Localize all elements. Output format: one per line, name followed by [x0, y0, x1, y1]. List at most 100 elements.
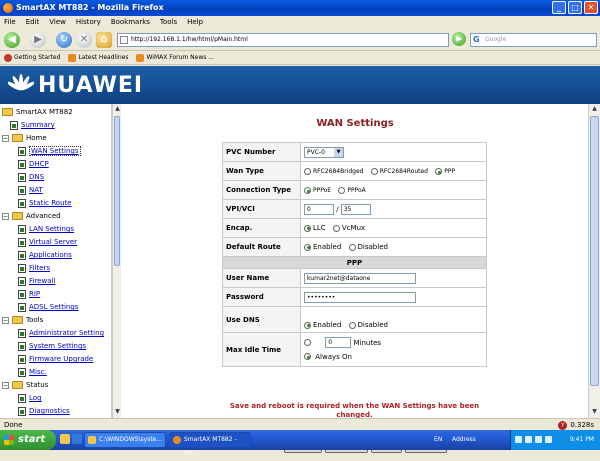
default-route-option-disabled[interactable]: Disabled	[348, 243, 388, 251]
radio-button-selected[interactable]	[304, 243, 311, 251]
tree-item-dns[interactable]: DNS	[18, 171, 44, 183]
radio-button-selected[interactable]	[304, 187, 311, 194]
tree-item-log[interactable]: Log	[18, 392, 42, 404]
pvc-number-select[interactable]: PVC-0 ▼	[304, 146, 344, 158]
menu-edit[interactable]: Edit	[26, 16, 40, 29]
radio-button[interactable]	[348, 243, 356, 251]
reload-icon[interactable]: ↻	[56, 32, 72, 48]
tree-item-dhcp[interactable]: DHCP	[18, 158, 49, 170]
menu-help[interactable]: Help	[187, 16, 203, 29]
tree-item-static-route[interactable]: Static Route	[18, 197, 72, 209]
menu-bookmarks[interactable]: Bookmarks	[111, 16, 150, 29]
scroll-up-icon[interactable]: ▲	[591, 105, 598, 113]
tree-item-system-settings[interactable]: System Settings	[18, 340, 86, 352]
tree-item-misc[interactable]: Misc.	[18, 366, 47, 378]
tree-group-advanced[interactable]: − Advanced	[2, 210, 61, 222]
use-dns-option-disabled[interactable]: Disabled	[348, 321, 388, 329]
back-icon[interactable]: ◀	[4, 32, 20, 48]
vci-input[interactable]: 35	[340, 203, 371, 215]
collapse-icon[interactable]: −	[2, 212, 9, 220]
radio-button-selected[interactable]	[304, 224, 311, 232]
tree-item-wan-settings[interactable]: WAN Settings	[18, 145, 81, 157]
radio-button-selected[interactable]	[304, 321, 311, 329]
start-button[interactable]: start	[0, 430, 56, 450]
tree-item-administrator-setting[interactable]: Administrator Setting	[18, 327, 104, 339]
wan-type-option-ppp[interactable]: PPP	[435, 168, 455, 175]
tree-group-home[interactable]: − Home	[2, 132, 47, 144]
encap-option-llc[interactable]: LLC	[304, 224, 326, 232]
tree-item-adsl-settings[interactable]: ADSL Settings	[18, 301, 78, 313]
radio-button[interactable]	[370, 168, 378, 175]
encap-option-vcmux[interactable]: VcMux	[332, 224, 365, 232]
clock[interactable]: 9:41 PM	[570, 430, 594, 450]
address-toolbar-label[interactable]: Address	[452, 430, 476, 450]
menu-view[interactable]: View	[49, 16, 66, 29]
max-idle-minutes-input[interactable]: 0	[325, 337, 352, 348]
yslow-icon[interactable]: Y	[558, 420, 568, 430]
tree-group-status[interactable]: − Status	[2, 379, 48, 391]
scroll-down-icon[interactable]: ▼	[591, 408, 598, 416]
conn-type-option-pppoe[interactable]: PPPoE	[304, 187, 331, 194]
radio-button[interactable]	[338, 187, 346, 194]
task-cmd-window[interactable]: C:\WINDOWS\syste...	[84, 432, 166, 448]
menu-tools[interactable]: Tools	[160, 16, 177, 29]
language-indicator[interactable]: EN	[434, 430, 442, 450]
radio-button[interactable]	[348, 321, 356, 329]
search-input[interactable]: G Google	[470, 33, 597, 47]
menu-file[interactable]: File	[4, 16, 16, 29]
always-on-row[interactable]: Always On	[304, 350, 486, 364]
quicklaunch-desktop-icon[interactable]	[72, 434, 82, 444]
tree-item-virtual-server[interactable]: Virtual Server	[18, 236, 77, 248]
radio-button[interactable]	[304, 339, 311, 346]
collapse-icon[interactable]: −	[2, 381, 9, 389]
tray-network-icon[interactable]	[515, 436, 522, 443]
address-bar[interactable]: http://192.168.1.1/hw/html/pMain.html	[117, 33, 449, 47]
tray-security-icon[interactable]	[535, 436, 542, 443]
go-icon[interactable]: ▶	[452, 32, 466, 46]
default-route-option-enabled[interactable]: Enabled	[304, 243, 341, 251]
main-scrollbar[interactable]: ▲ ▼	[588, 104, 600, 418]
collapse-icon[interactable]: −	[2, 316, 9, 324]
bookmark-latest-headlines[interactable]: Latest Headlines	[68, 51, 128, 64]
tray-app-icon[interactable]	[545, 436, 552, 443]
tree-item-firmware-upgrade[interactable]: Firmware Upgrade	[18, 353, 93, 365]
tree-item-summary[interactable]: Summary	[10, 119, 55, 131]
bookmark-getting-started[interactable]: Getting Started	[4, 51, 60, 64]
radio-button-selected[interactable]	[304, 353, 311, 360]
scroll-up-icon[interactable]: ▲	[114, 105, 121, 113]
tree-item-filters[interactable]: Filters	[18, 262, 50, 274]
menu-history[interactable]: History	[76, 16, 101, 29]
use-dns-option-enabled[interactable]: Enabled	[304, 321, 341, 329]
conn-type-option-pppoa[interactable]: PPPoA	[338, 187, 366, 194]
forward-icon[interactable]: ▶	[30, 32, 46, 48]
tree-item-rip[interactable]: RIP	[18, 288, 40, 300]
maximize-button[interactable]: □	[568, 1, 582, 14]
stop-icon[interactable]: ✕	[76, 32, 92, 48]
wan-type-option-bridged[interactable]: RFC2684Bridged	[304, 168, 363, 175]
password-input[interactable]: ••••••••	[304, 291, 416, 303]
bookmark-wimax-forum[interactable]: WiMAX Forum News ...	[136, 51, 214, 64]
radio-button-selected[interactable]	[435, 168, 443, 175]
tree-item-firewall[interactable]: Firewall	[18, 275, 55, 287]
wan-type-option-routed[interactable]: RFC2684Routed	[370, 168, 428, 175]
tree-item-diagnostics[interactable]: Diagnostics	[18, 405, 70, 417]
quicklaunch-folder-icon[interactable]	[60, 434, 70, 444]
tree-item-nat[interactable]: NAT	[18, 184, 43, 196]
user-name-input[interactable]: kumar2net@dataone	[304, 272, 416, 284]
collapse-icon[interactable]: −	[2, 134, 9, 142]
radio-button[interactable]	[332, 224, 340, 232]
tree-item-lan-settings[interactable]: LAN Settings	[18, 223, 74, 235]
close-button[interactable]: ✕	[584, 1, 598, 14]
tree-item-applications[interactable]: Applications	[18, 249, 72, 261]
sidebar-scroll-thumb[interactable]	[114, 116, 120, 266]
tree-group-tools[interactable]: − Tools	[2, 314, 43, 326]
vpi-input[interactable]: 0	[304, 203, 334, 215]
main-scroll-thumb[interactable]	[590, 116, 599, 386]
tray-volume-icon[interactable]	[525, 436, 532, 443]
sidebar-scrollbar[interactable]: ▲ ▼	[112, 104, 121, 418]
task-firefox-window[interactable]: SmartAX MT882 - Mo...	[169, 432, 251, 457]
home-icon[interactable]: ⌂	[96, 32, 112, 48]
radio-button[interactable]	[304, 168, 311, 175]
tree-root[interactable]: SmartAX MT882	[2, 106, 73, 118]
scroll-down-icon[interactable]: ▼	[114, 408, 121, 416]
